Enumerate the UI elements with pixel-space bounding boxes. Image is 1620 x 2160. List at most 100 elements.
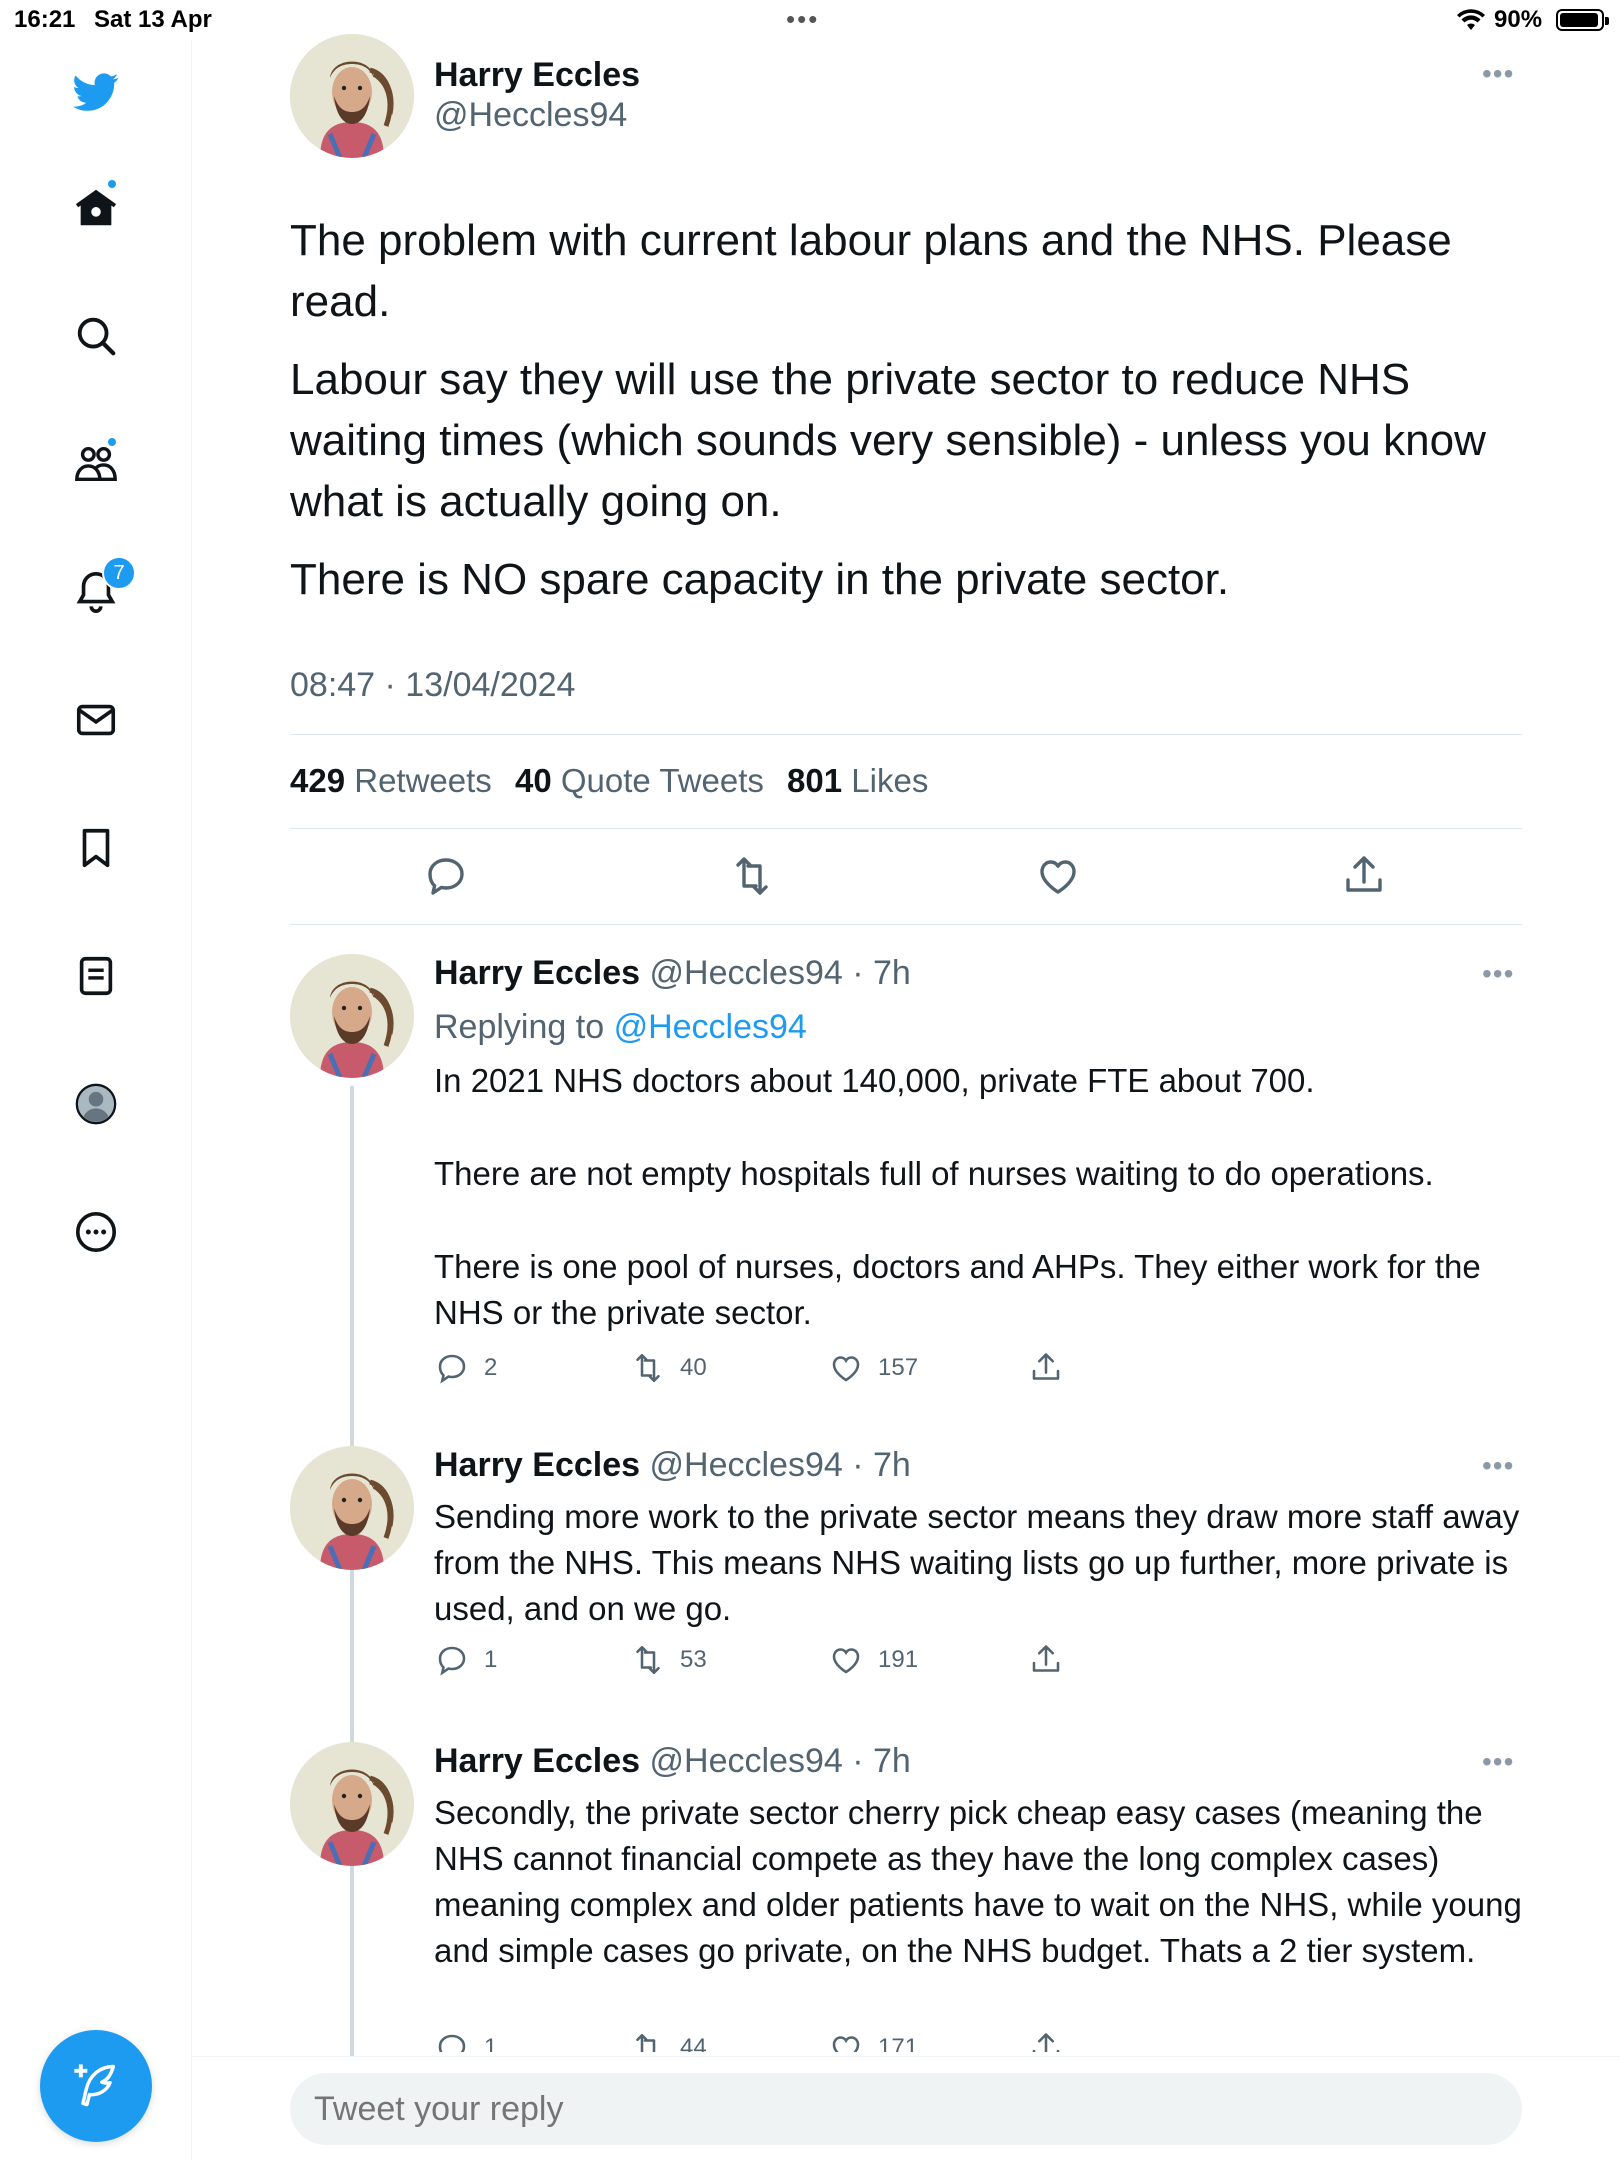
tweet-stats: 429 Retweets 40 Quote Tweets 801 Likes — [290, 762, 942, 800]
divider — [290, 924, 1522, 925]
reply-button[interactable]: 1 — [434, 2030, 497, 2052]
reply-icon[interactable] — [422, 852, 470, 900]
tweet-paragraph: There is NO spare capacity in the privat… — [290, 555, 1230, 604]
author-handle[interactable]: @Heccles94 — [434, 96, 627, 135]
reply-tweet[interactable]: Harry Eccles @Heccles94 · 7h ••• Secondl… — [290, 1742, 1530, 2052]
tweet-timestamp[interactable]: 08:47 · 13/04/2024 — [290, 666, 575, 705]
retweet-button[interactable]: 40 — [630, 1350, 707, 1386]
replying-to-line: Replying to @Heccles94 — [434, 1004, 1524, 1050]
messages-mail-icon[interactable] — [70, 694, 122, 746]
quotes-label: Quote Tweets — [560, 762, 764, 799]
share-button[interactable] — [1028, 2030, 1064, 2052]
lists-icon[interactable] — [70, 950, 122, 1002]
like-heart-icon — [832, 1648, 860, 1674]
communities-unread-dot — [106, 436, 118, 448]
reply-time[interactable]: · 7h — [852, 954, 911, 992]
retweet-count: 44 — [680, 2034, 707, 2052]
status-time: 16:21 — [14, 6, 76, 33]
reply-header: Harry Eccles @Heccles94 · 7h — [434, 1742, 911, 1781]
retweet-button[interactable]: 53 — [630, 1642, 707, 1678]
retweet-button[interactable]: 44 — [630, 2030, 707, 2052]
reply-more-options-icon[interactable]: ••• — [1482, 1450, 1514, 1482]
reply-count: 1 — [484, 2034, 498, 2052]
like-button[interactable]: 157 — [828, 1350, 918, 1386]
compose-feather-icon — [74, 2064, 116, 2107]
compose-tweet-button[interactable] — [40, 2030, 152, 2142]
sidebar-nav: 7 — [0, 40, 192, 2160]
divider — [290, 828, 1522, 829]
reply-count: 2 — [484, 1354, 498, 1381]
reply-tweet[interactable]: Harry Eccles @Heccles94 · 7h ••• Replyin… — [290, 954, 1530, 1384]
tweet-paragraph: Labour say they will use the private sec… — [290, 355, 1486, 526]
like-heart-icon — [832, 2036, 860, 2052]
reply-more-options-icon[interactable]: ••• — [1482, 958, 1514, 990]
main-column: Harry Eccles @Heccles94 ••• The problem … — [192, 0, 1620, 2160]
share-icon[interactable] — [1340, 852, 1388, 900]
reply-tweet[interactable]: Harry Eccles @Heccles94 · 7h ••• Sending… — [290, 1446, 1530, 1696]
bookmark-icon[interactable] — [70, 822, 122, 874]
retweets-label: Retweets — [354, 762, 492, 799]
retweet-count: 40 — [680, 1354, 707, 1381]
reply-header: Harry Eccles @Heccles94 · 7h — [434, 1446, 911, 1485]
more-options-icon[interactable] — [70, 1206, 122, 1258]
likes-stat[interactable]: 801 Likes — [787, 762, 928, 799]
reply-button[interactable]: 2 — [434, 1350, 497, 1386]
reply-button[interactable]: 1 — [434, 1642, 497, 1678]
share-icon — [1032, 2033, 1060, 2052]
tweet-more-options-icon[interactable]: ••• — [1482, 58, 1514, 90]
divider — [290, 734, 1522, 735]
profile-avatar-icon[interactable] — [70, 1078, 122, 1130]
notifications-bell-icon[interactable]: 7 — [70, 556, 136, 618]
home-unread-dot — [106, 178, 118, 190]
reply-icon — [438, 2034, 466, 2052]
twitter-logo-icon[interactable] — [70, 66, 122, 118]
reply-author-name[interactable]: Harry Eccles — [434, 954, 640, 992]
author-name[interactable]: Harry Eccles — [434, 56, 640, 95]
communities-icon[interactable] — [70, 436, 122, 490]
quote-tweets-stat[interactable]: 40 Quote Tweets — [515, 762, 764, 799]
reply-author-handle[interactable]: @Heccles94 — [650, 954, 843, 992]
like-button[interactable]: 191 — [828, 1642, 918, 1678]
like-heart-icon — [832, 1356, 860, 1382]
replying-to-handle[interactable]: @Heccles94 — [614, 1008, 807, 1046]
share-button[interactable] — [1028, 1350, 1064, 1386]
retweet-count: 53 — [680, 1646, 707, 1673]
reply-paragraph: In 2021 NHS doctors about 140,000, priva… — [434, 1062, 1315, 1099]
search-icon[interactable] — [70, 310, 122, 362]
retweet-icon — [636, 1353, 660, 1383]
share-icon — [1032, 1353, 1060, 1380]
replying-to-label: Replying to — [434, 1008, 605, 1046]
reply-icon — [438, 1354, 466, 1384]
retweets-stat[interactable]: 429 Retweets — [290, 762, 492, 799]
reply-time[interactable]: · 7h — [852, 1446, 911, 1484]
retweet-icon[interactable] — [728, 852, 776, 900]
avatar[interactable] — [290, 1742, 414, 1866]
likes-label: Likes — [851, 762, 929, 799]
reply-author-handle[interactable]: @Heccles94 — [650, 1446, 843, 1484]
reply-time[interactable]: · 7h — [852, 1742, 911, 1780]
reply-paragraph: Sending more work to the private sector … — [434, 1498, 1520, 1627]
reply-author-name[interactable]: Harry Eccles — [434, 1446, 640, 1484]
home-icon[interactable] — [70, 178, 122, 234]
like-button[interactable]: 171 — [828, 2030, 918, 2052]
reply-author-name[interactable]: Harry Eccles — [434, 1742, 640, 1780]
reply-compose-bar — [192, 2056, 1620, 2160]
like-count: 157 — [878, 1354, 919, 1381]
tweet-text: The problem with current labour plans an… — [290, 210, 1530, 627]
share-button[interactable] — [1028, 1642, 1064, 1678]
avatar[interactable] — [290, 34, 414, 158]
reply-paragraph: There are not empty hospitals full of nu… — [434, 1155, 1434, 1192]
reply-action-bar: 1 44 171 — [434, 2030, 1134, 2052]
reply-author-handle[interactable]: @Heccles94 — [650, 1742, 843, 1780]
reply-action-bar: 1 53 191 — [434, 1642, 1134, 1682]
retweet-icon — [636, 2033, 656, 2052]
avatar[interactable] — [290, 1446, 414, 1570]
tweet-action-bar — [290, 852, 1522, 904]
notification-count-badge: 7 — [102, 556, 136, 590]
like-heart-icon[interactable] — [1034, 852, 1082, 900]
reply-paragraph: There is one pool of nurses, doctors and… — [434, 1248, 1481, 1331]
avatar[interactable] — [290, 954, 414, 1078]
reply-more-options-icon[interactable]: ••• — [1482, 1746, 1514, 1778]
reply-count: 1 — [484, 1646, 498, 1673]
reply-input[interactable] — [290, 2073, 1522, 2145]
